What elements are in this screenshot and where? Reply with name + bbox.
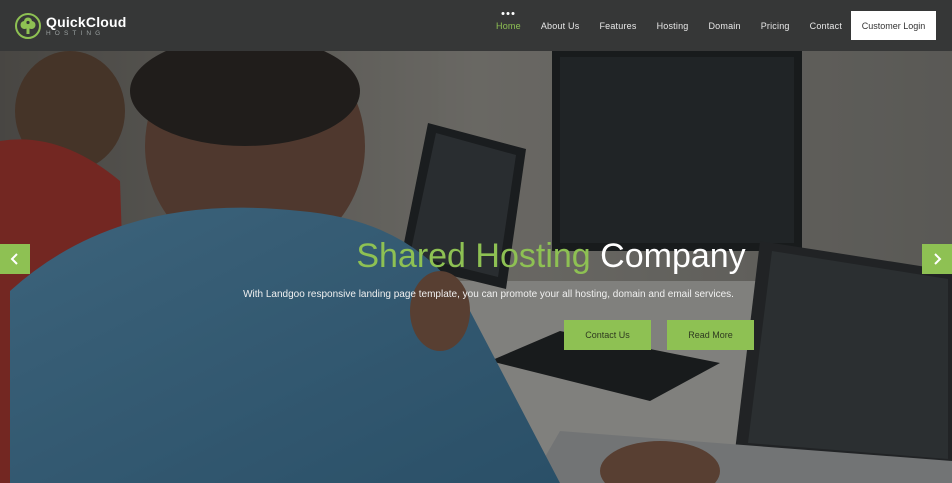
chevron-right-icon	[934, 253, 942, 265]
nav-features[interactable]: Features	[589, 0, 646, 51]
slider-next-button[interactable]	[922, 244, 952, 274]
hero-slider: Shared Hosting Company With Landgoo resp…	[0, 51, 952, 483]
hero-title-rest: Company	[600, 237, 746, 275]
nav-home[interactable]: Home	[486, 0, 531, 51]
customer-login-button[interactable]: Customer Login	[851, 11, 936, 40]
brand-logo[interactable]: QuickCloud HOSTING	[15, 11, 127, 41]
nav-about-us[interactable]: About Us	[531, 0, 590, 51]
slider-prev-button[interactable]	[0, 244, 30, 274]
cloud-logo-icon	[15, 13, 41, 39]
hero-title-accent: Shared Hosting	[356, 237, 591, 275]
nav-hosting[interactable]: Hosting	[647, 0, 699, 51]
brand-name: QuickCloud	[46, 13, 127, 30]
nav-domain[interactable]: Domain	[698, 0, 750, 51]
main-nav: Home About Us Features Hosting Domain Pr…	[486, 0, 852, 51]
nav-domain-label: Domain	[708, 20, 741, 31]
contact-us-button[interactable]: Contact Us	[564, 320, 651, 350]
hero-title: Shared Hosting Company	[0, 237, 952, 276]
nav-pricing[interactable]: Pricing	[751, 0, 800, 51]
navbar: QuickCloud HOSTING Home About Us Feature…	[0, 0, 952, 51]
read-more-button[interactable]: Read More	[667, 320, 754, 350]
brand-tagline: HOSTING	[46, 29, 105, 37]
nav-about-us-label: About Us	[540, 20, 580, 31]
nav-home-label: Home	[496, 20, 521, 31]
nav-hosting-label: Hosting	[656, 20, 689, 31]
hero-subtitle: With Landgoo responsive landing page tem…	[243, 289, 734, 300]
nav-pricing-label: Pricing	[760, 20, 790, 31]
nav-features-label: Features	[599, 20, 637, 31]
active-indicator-dots	[501, 12, 515, 15]
chevron-left-icon	[10, 253, 18, 265]
nav-contact-label: Contact	[809, 20, 843, 31]
nav-contact[interactable]: Contact	[800, 0, 852, 51]
